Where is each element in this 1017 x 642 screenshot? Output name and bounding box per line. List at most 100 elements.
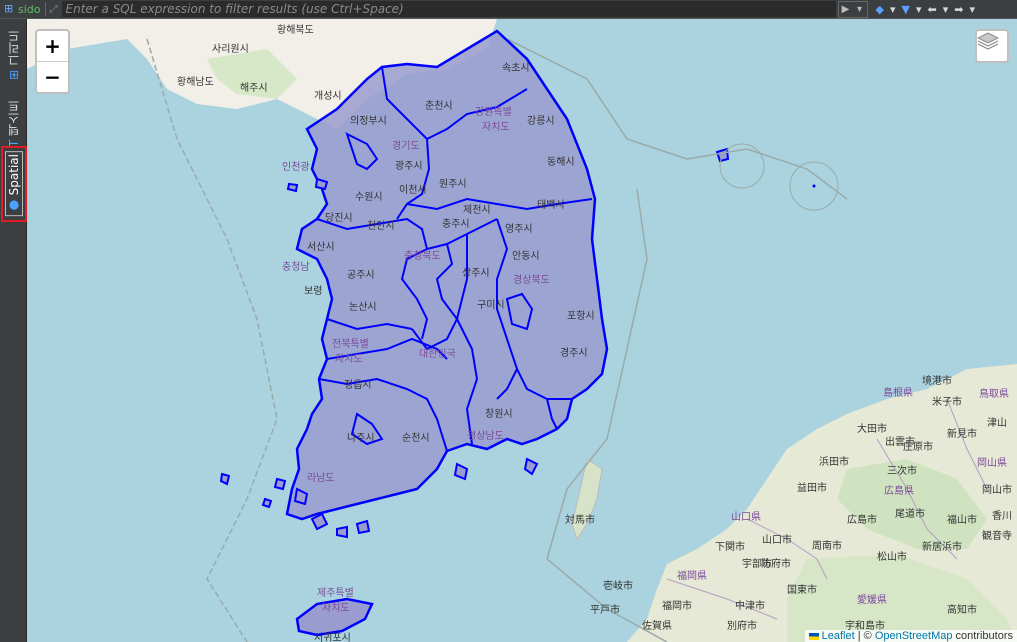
- layers-icon: [977, 32, 999, 50]
- svg-text:尾道市: 尾道市: [895, 507, 925, 520]
- ukraine-flag-icon: [808, 632, 819, 640]
- svg-text:영주시: 영주시: [505, 223, 533, 235]
- svg-text:福山市: 福山市: [947, 513, 977, 526]
- svg-text:충청북도: 충청북도: [404, 250, 441, 262]
- osm-link[interactable]: OpenStreetMap: [875, 630, 953, 642]
- dokdo-island: [812, 184, 816, 188]
- svg-text:포항시: 포항시: [567, 310, 595, 322]
- svg-text:개성시: 개성시: [314, 90, 342, 102]
- zoom-out-button[interactable]: −: [37, 61, 68, 92]
- svg-text:인천광: 인천광: [282, 161, 310, 173]
- svg-text:경기도: 경기도: [392, 139, 420, 152]
- zoom-control: + −: [35, 29, 70, 94]
- tab-spatial-label: Spatial: [7, 154, 21, 196]
- zoom-in-button[interactable]: +: [37, 31, 68, 61]
- filter-input[interactable]: [61, 1, 836, 17]
- svg-text:別府市: 別府市: [727, 619, 757, 632]
- svg-text:益田市: 益田市: [797, 481, 827, 494]
- svg-text:사리원시: 사리원시: [212, 43, 249, 55]
- svg-text:해주시: 해주시: [240, 81, 268, 94]
- svg-text:경주시: 경주시: [560, 346, 588, 359]
- svg-text:山口市: 山口市: [762, 533, 792, 546]
- svg-text:속초시: 속초시: [502, 62, 530, 74]
- globe-icon: ●: [7, 195, 21, 214]
- app-window: ⊞ sido ⤢ ▶ ▾ ◆ ▾ ▼ ▾ ⬅ ▾ ➡ ▾ ⊞ 그리드 T 텍스트…: [0, 0, 1017, 642]
- ulleung-zone: [719, 143, 765, 189]
- expand-icon[interactable]: ⤢: [50, 4, 62, 15]
- svg-text:境港市: 境港市: [922, 374, 952, 387]
- svg-text:鳥取県: 鳥取県: [979, 387, 1009, 400]
- forward-dropdown-icon[interactable]: ▾: [967, 3, 977, 16]
- table-icon: ⊞: [4, 2, 14, 15]
- attribution-suffix: contributors: [952, 630, 1013, 642]
- svg-text:자치도: 자치도: [322, 602, 350, 614]
- svg-text:자치도: 자치도: [482, 121, 510, 133]
- svg-text:山口県: 山口県: [731, 511, 761, 523]
- tsushima-island: [571, 458, 603, 541]
- svg-text:新居浜市: 新居浜市: [922, 540, 962, 553]
- svg-text:수원시: 수원시: [355, 191, 383, 203]
- svg-text:황해북도: 황해북도: [277, 23, 314, 36]
- svg-text:강원특별: 강원특별: [475, 106, 512, 118]
- svg-text:서귀포시: 서귀포시: [314, 632, 351, 642]
- tab-grid-label: 그리드: [6, 30, 21, 67]
- svg-text:島根県: 島根県: [883, 386, 913, 399]
- svg-text:広島市: 広島市: [847, 513, 877, 526]
- svg-text:논산시: 논산시: [349, 301, 377, 313]
- svg-text:防府市: 防府市: [761, 557, 791, 570]
- filter-actions: ◆ ▾ ▼ ▾ ⬅ ▾ ➡ ▾: [874, 3, 978, 16]
- tab-text-label: 텍스트: [6, 100, 21, 137]
- svg-text:観音寺: 観音寺: [982, 529, 1012, 542]
- svg-text:米子市: 米子市: [932, 395, 962, 408]
- svg-text:안동시: 안동시: [512, 250, 540, 262]
- svg-text:壱岐市: 壱岐市: [603, 579, 633, 592]
- svg-text:원주시: 원주시: [439, 178, 467, 190]
- tab-grid[interactable]: ⊞ 그리드: [3, 25, 23, 85]
- svg-text:제주특별: 제주특별: [317, 587, 354, 599]
- leaflet-link[interactable]: Leaflet: [822, 630, 855, 642]
- filter-toolbar: ⊞ sido ⤢ ▶ ▾ ◆ ▾ ▼ ▾ ⬅ ▾ ➡ ▾: [0, 0, 1017, 19]
- svg-text:라남도: 라남도: [307, 472, 335, 484]
- svg-text:당진시: 당진시: [325, 212, 353, 224]
- svg-text:광주시: 광주시: [395, 160, 423, 172]
- svg-text:佐賀県: 佐賀県: [642, 620, 672, 632]
- svg-text:国東市: 国東市: [787, 583, 817, 596]
- run-filter-icon[interactable]: ▶: [839, 4, 853, 15]
- eraser-icon[interactable]: ◆: [874, 3, 886, 16]
- svg-text:상주시: 상주시: [462, 267, 490, 279]
- map-view[interactable]: 황해북도 사리원시 황해남도 해주시 개성시 속초시 의정부시 춘천시 강원특별…: [27, 19, 1017, 642]
- filter-run-group: ▶ ▾: [837, 0, 868, 18]
- svg-text:中津市: 中津市: [735, 599, 765, 612]
- svg-text:충주시: 충주시: [442, 218, 470, 230]
- svg-text:춘천시: 춘천시: [425, 100, 453, 112]
- svg-text:경상북도: 경상북도: [513, 273, 550, 286]
- svg-text:周南市: 周南市: [812, 539, 842, 552]
- filter-history-dropdown-icon[interactable]: ▾: [853, 4, 867, 15]
- tab-spatial[interactable]: ● Spatial: [1, 146, 27, 222]
- svg-text:창원시: 창원시: [485, 408, 513, 420]
- svg-text:愛媛県: 愛媛県: [857, 593, 887, 606]
- table-name: sido: [18, 2, 41, 16]
- svg-text:福岡市: 福岡市: [662, 599, 692, 612]
- forward-arrow-icon[interactable]: ➡: [952, 3, 965, 16]
- svg-text:下関市: 下関市: [715, 540, 745, 553]
- svg-text:황해남도: 황해남도: [177, 75, 214, 88]
- svg-text:大田市: 大田市: [857, 422, 887, 435]
- filter-dropdown-icon[interactable]: ▾: [914, 3, 924, 16]
- map-canvas[interactable]: 황해북도 사리원시 황해남도 해주시 개성시 속초시 의정부시 춘천시 강원특별…: [27, 19, 1017, 642]
- svg-text:平戸市: 平戸市: [590, 603, 620, 616]
- svg-text:천안시: 천안시: [367, 220, 395, 232]
- svg-text:대한민국: 대한민국: [419, 348, 456, 360]
- back-arrow-icon[interactable]: ⬅: [926, 3, 939, 16]
- svg-text:香川: 香川: [992, 510, 1012, 522]
- svg-text:구미시: 구미시: [477, 299, 505, 311]
- layers-button[interactable]: [975, 29, 1009, 63]
- filter-icon[interactable]: ▼: [900, 3, 912, 16]
- svg-text:제천시: 제천시: [463, 204, 491, 216]
- svg-text:広島県: 広島県: [884, 484, 914, 497]
- maritime-boundary: [146, 38, 278, 642]
- svg-text:岡山市: 岡山市: [982, 483, 1012, 496]
- svg-text:태백시: 태백시: [537, 199, 565, 211]
- eraser-dropdown-icon[interactable]: ▾: [888, 3, 898, 16]
- back-dropdown-icon[interactable]: ▾: [941, 3, 951, 16]
